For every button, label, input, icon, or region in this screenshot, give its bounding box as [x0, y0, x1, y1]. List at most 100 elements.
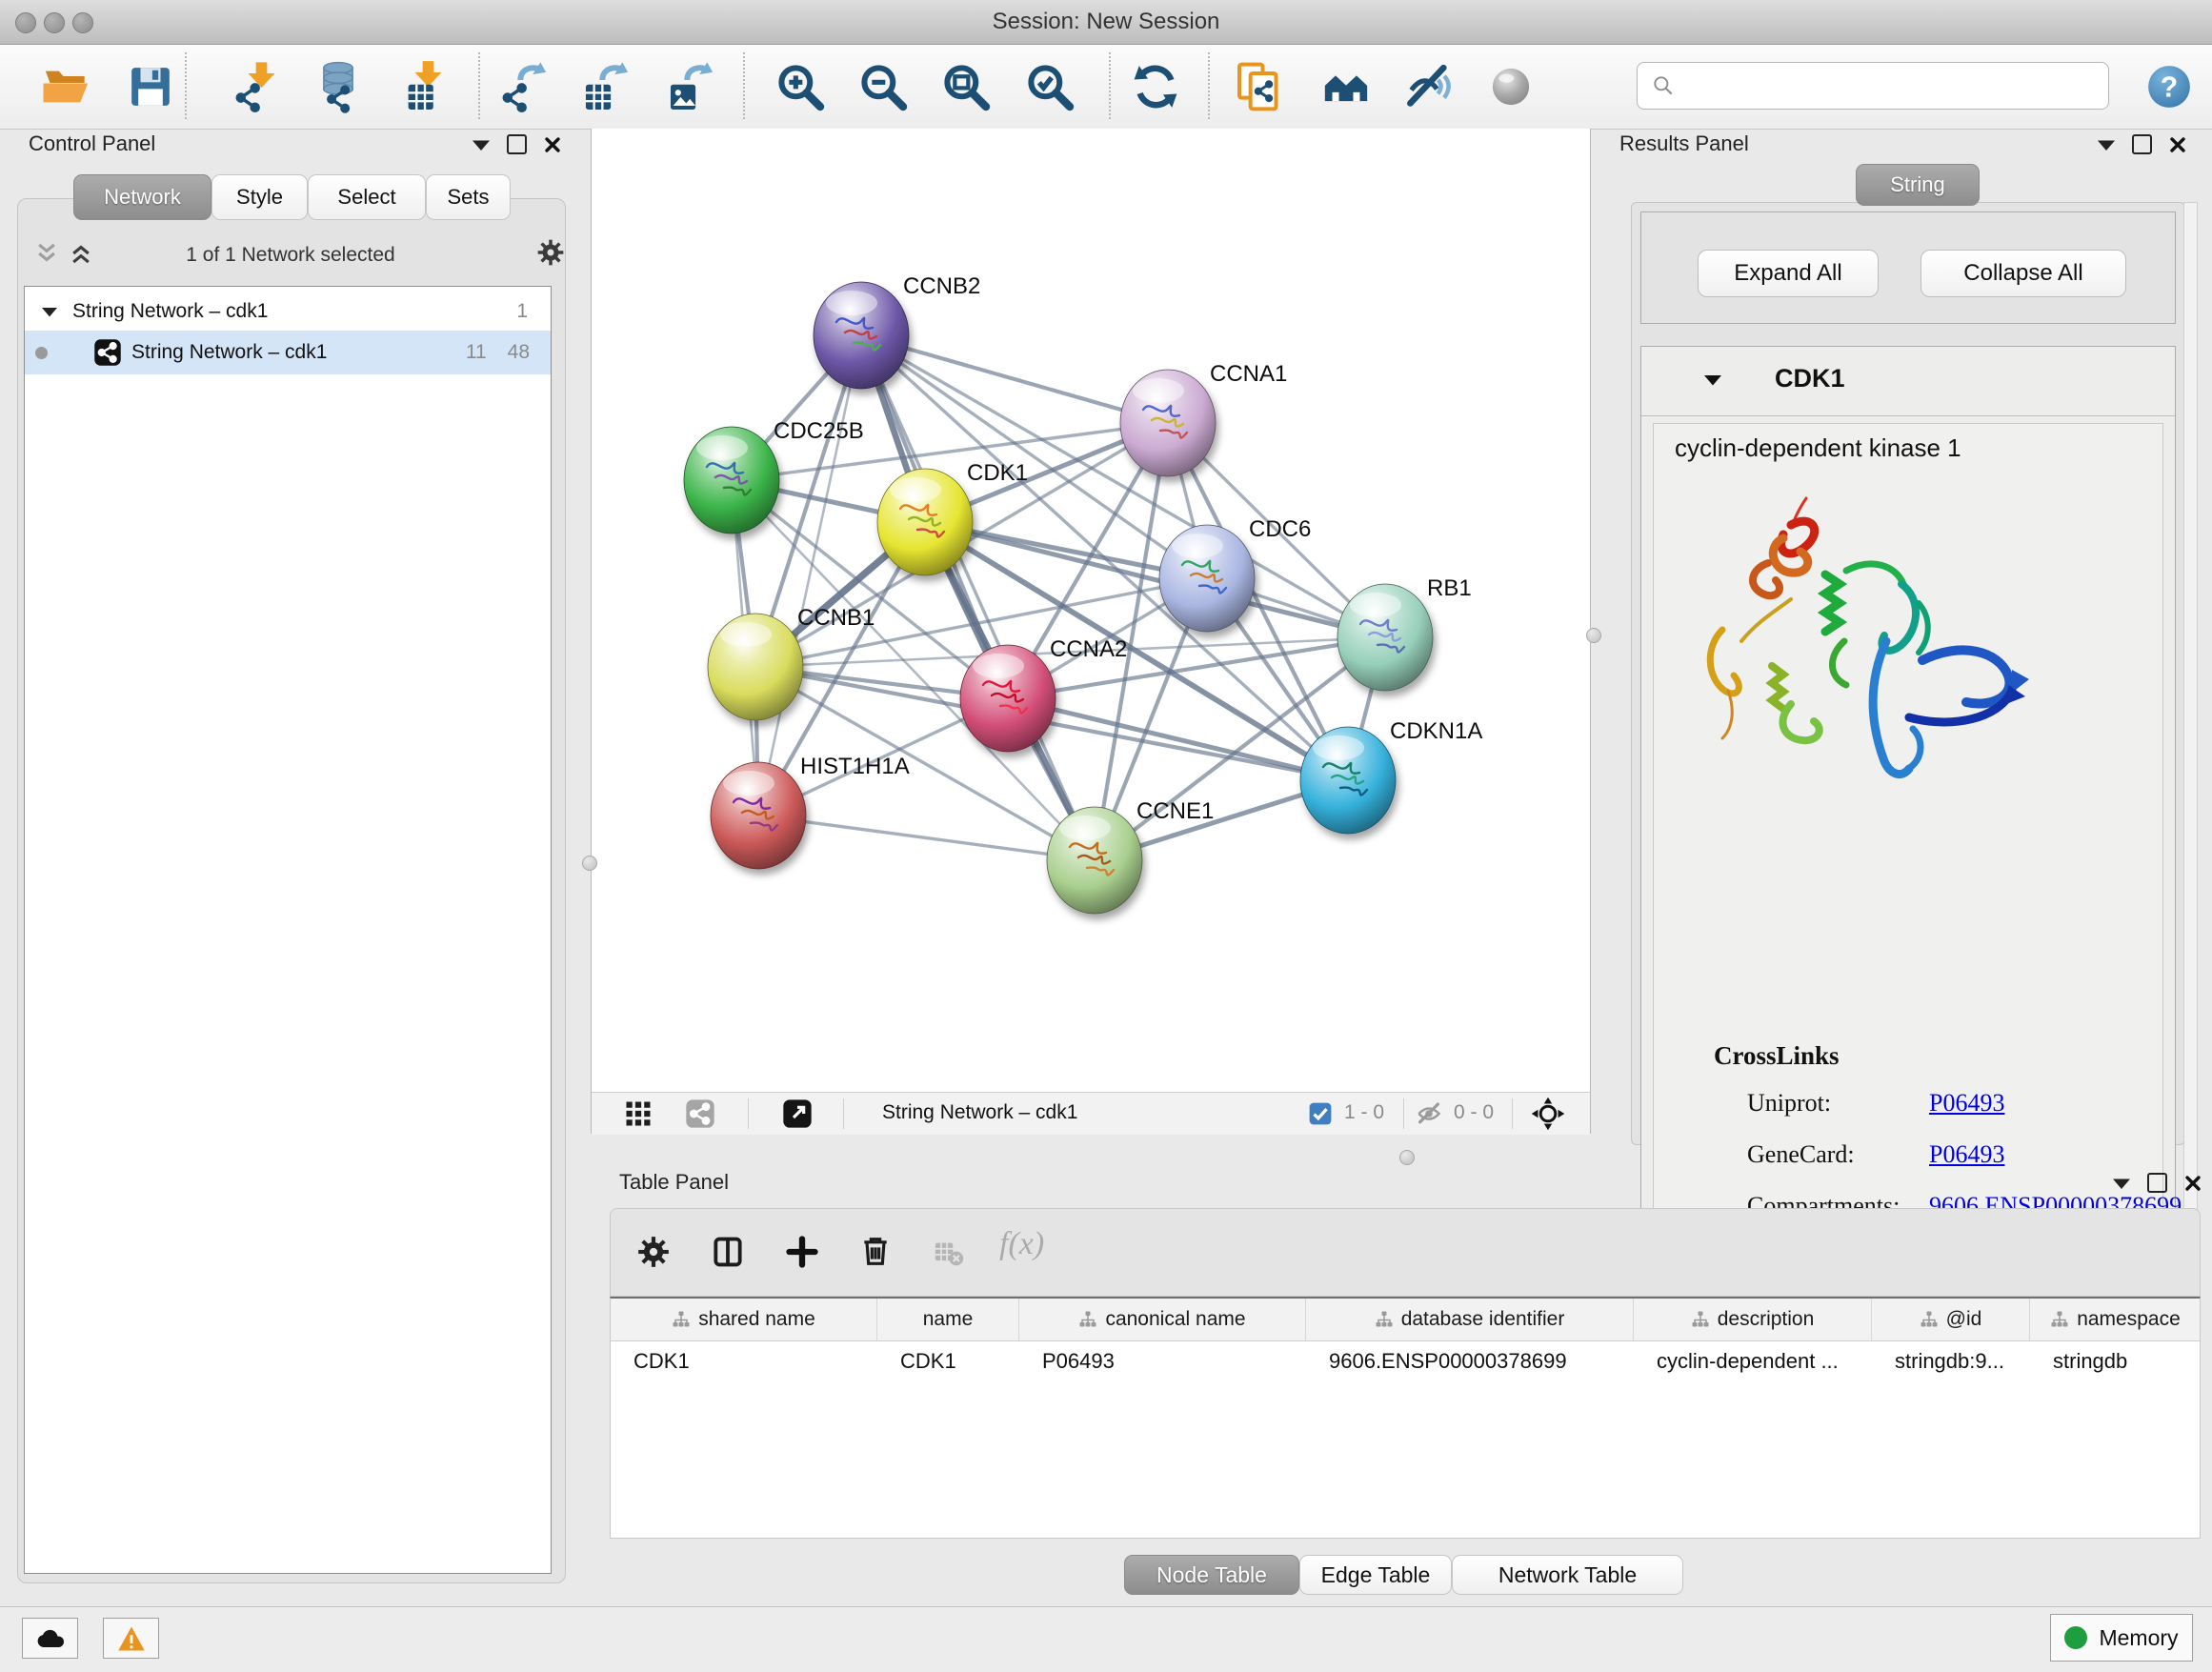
warning-status-button[interactable]	[103, 1618, 159, 1659]
section-expander-icon[interactable]	[1704, 373, 1721, 386]
cloud-status-button[interactable]	[22, 1618, 78, 1659]
collapse-all-button[interactable]: Collapse All	[1920, 250, 2126, 297]
toolbar-separator	[478, 52, 480, 119]
right-splitter-grip[interactable]	[1586, 628, 1601, 643]
table-header-cell[interactable]: @id	[1872, 1299, 2030, 1340]
expand-all-tree-icon[interactable]	[69, 241, 93, 266]
network-node[interactable]: CCNB2	[814, 273, 980, 389]
node-label: CCNE1	[1136, 798, 1214, 824]
show-graphics-icon[interactable]	[1484, 60, 1538, 113]
tab-string[interactable]: String	[1856, 164, 1980, 206]
houses-icon[interactable]	[1319, 60, 1373, 113]
network-view-icon[interactable]	[685, 1098, 715, 1129]
tab-network-table[interactable]: Network Table	[1452, 1555, 1683, 1595]
first-neighbors-icon[interactable]	[1233, 60, 1286, 113]
detach-view-icon[interactable]	[782, 1098, 813, 1129]
collection-count: 1	[516, 300, 528, 323]
import-network-icon[interactable]	[231, 60, 285, 113]
grid-view-icon[interactable]	[624, 1099, 653, 1128]
table-row[interactable]: CDK1CDK1P064939606.ENSP00000378699cyclin…	[611, 1341, 2200, 1381]
zoom-window-icon[interactable]	[72, 12, 93, 33]
table-header-cell[interactable]: namespace	[2030, 1299, 2201, 1340]
network-node[interactable]: CDC25B	[684, 418, 864, 534]
node-label: CDKN1A	[1390, 718, 1482, 744]
create-column-icon[interactable]	[784, 1234, 820, 1270]
hide-graphics-icon[interactable]	[1401, 60, 1455, 113]
horizontal-splitter-grip[interactable]	[1399, 1150, 1415, 1165]
table-header-cell[interactable]: description	[1634, 1299, 1872, 1340]
footer-separator	[1512, 1098, 1513, 1129]
crosslink-uniprot[interactable]: P06493	[1929, 1089, 2004, 1118]
float-panel-icon[interactable]	[507, 134, 527, 154]
zoom-fit-icon[interactable]	[939, 60, 993, 113]
network-collection-row[interactable]: String Network – cdk1 1	[25, 292, 551, 331]
refresh-icon[interactable]	[1129, 60, 1182, 113]
table-header-cell[interactable]: database identifier	[1306, 1299, 1634, 1340]
network-view[interactable]: CCNB2CCNA1CDC25BCDK1CDC6RB1CCNB1CCNA2CDK…	[592, 129, 1590, 1092]
tab-node-table[interactable]: Node Table	[1124, 1555, 1299, 1595]
close-panel-icon[interactable]	[544, 136, 561, 153]
panel-menu-icon[interactable]	[2098, 139, 2115, 151]
panel-menu-icon[interactable]	[2113, 1178, 2130, 1189]
float-panel-icon[interactable]	[2147, 1173, 2167, 1193]
network-node[interactable]: HIST1H1A	[711, 754, 910, 869]
zoom-selected-icon[interactable]	[1023, 60, 1076, 113]
table-options-gear-icon[interactable]	[635, 1234, 672, 1270]
crosslink-genecard[interactable]: P06493	[1929, 1140, 2004, 1169]
network-node[interactable]: CDKN1A	[1300, 718, 1482, 834]
close-window-icon[interactable]	[15, 12, 36, 33]
export-network-icon[interactable]	[498, 60, 552, 113]
node-count: 11	[466, 341, 487, 364]
save-session-icon[interactable]	[124, 60, 177, 113]
minimize-window-icon[interactable]	[44, 12, 65, 33]
import-table-icon[interactable]	[398, 60, 452, 113]
search-input[interactable]	[1683, 72, 2108, 99]
tab-network[interactable]: Network	[73, 174, 211, 220]
tab-edge-table[interactable]: Edge Table	[1299, 1555, 1452, 1595]
network-node[interactable]: CCNE1	[1047, 798, 1214, 914]
search-box[interactable]	[1637, 62, 2109, 110]
tree-expander-icon[interactable]	[42, 306, 57, 317]
network-node[interactable]: RB1	[1337, 575, 1472, 691]
zoom-in-icon[interactable]	[774, 60, 827, 113]
collapse-all-tree-icon[interactable]	[34, 241, 59, 266]
table-header-cell[interactable]: name	[877, 1299, 1019, 1340]
export-table-icon[interactable]	[580, 60, 633, 113]
left-splitter-grip[interactable]	[582, 856, 597, 871]
zoom-out-icon[interactable]	[856, 60, 910, 113]
table-cell: 9606.ENSP00000378699	[1306, 1341, 1634, 1381]
delete-column-icon[interactable]	[856, 1232, 895, 1270]
hidden-eye-slash-icon[interactable]	[1415, 1099, 1443, 1128]
results-scrollbar[interactable]	[2183, 202, 2198, 1247]
memory-button[interactable]: Memory	[2050, 1614, 2193, 1662]
close-panel-icon[interactable]	[2169, 136, 2186, 153]
export-image-icon[interactable]	[665, 60, 718, 113]
selected-node-edge-counts: 1 - 0	[1344, 1101, 1384, 1124]
open-file-icon[interactable]	[40, 60, 93, 113]
tab-sets[interactable]: Sets	[426, 174, 511, 220]
tab-style[interactable]: Style	[211, 174, 308, 220]
show-columns-icon[interactable]	[710, 1234, 746, 1270]
network-tree: String Network – cdk1 1 String Network –…	[24, 286, 552, 1574]
help-icon[interactable]: ?	[2145, 63, 2193, 111]
import-network-from-database-icon[interactable]	[312, 60, 365, 113]
tab-select[interactable]: Select	[308, 174, 426, 220]
birds-eye-view-icon[interactable]	[1531, 1097, 1565, 1131]
table-header-cell[interactable]: canonical name	[1019, 1299, 1306, 1340]
float-panel-icon[interactable]	[2132, 134, 2152, 154]
gene-section: CDK1 cyclin-dependent kinase 1	[1640, 346, 2176, 1247]
network-canvas[interactable]: CCNB2CCNA1CDC25BCDK1CDC6RB1CCNB1CCNA2CDK…	[591, 129, 1591, 1134]
expand-all-button[interactable]: Expand All	[1698, 250, 1879, 297]
panel-menu-icon[interactable]	[473, 139, 490, 151]
network-row[interactable]: String Network – cdk1 11 48	[25, 331, 551, 374]
network-edges[interactable]	[732, 335, 1385, 860]
close-panel-icon[interactable]	[2184, 1175, 2202, 1192]
control-panel: Control Panel Network Style Select Sets …	[10, 129, 573, 1584]
network-view-toolbar: String Network – cdk1 1 - 0 0 - 0	[592, 1092, 1590, 1135]
network-options-gear-icon[interactable]	[535, 237, 566, 268]
selected-checkbox-icon[interactable]	[1308, 1101, 1333, 1126]
window-title: Session: New Session	[0, 0, 2212, 44]
table-header-cell[interactable]: shared name	[611, 1299, 877, 1340]
node-label: CDC25B	[774, 418, 864, 444]
status-bar: Memory	[0, 1606, 2212, 1672]
